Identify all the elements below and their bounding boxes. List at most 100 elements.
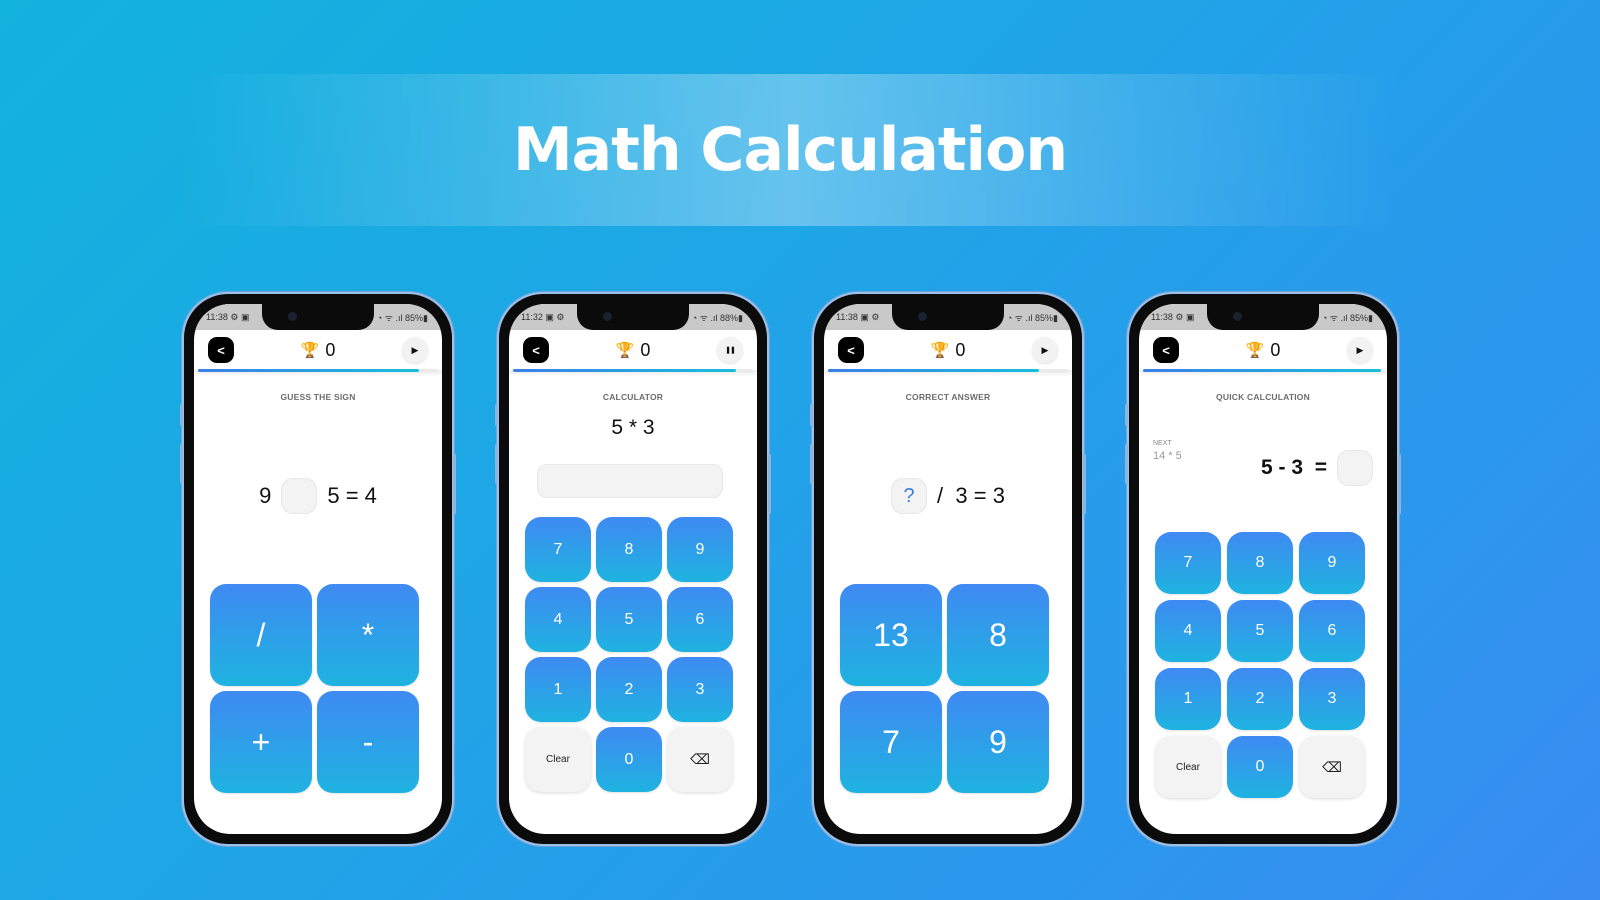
next-question: NEXT 14 * 5	[1153, 440, 1182, 462]
notch	[1207, 304, 1319, 330]
phone-guess-the-sign: 11:38 ⚙ ▣ ◔ ᯤ .ıl 85%▮ < 🏆 0 ▶ GUESS THE…	[180, 292, 456, 846]
status-icons-right: ◔ ᯤ .ıl 88%▮	[691, 312, 743, 323]
equation-left: 5 - 3 =	[1261, 456, 1327, 479]
operator-key-multiply[interactable]: *	[317, 584, 419, 686]
equation: 5 - 3 =	[1261, 450, 1373, 486]
answer-input[interactable]	[537, 464, 723, 498]
answer-option[interactable]: 8	[947, 584, 1049, 686]
status-time: 11:38	[836, 311, 858, 322]
operator-key-divide[interactable]: /	[210, 584, 312, 686]
question-text: 5 * 3	[611, 416, 655, 439]
back-button[interactable]: <	[208, 337, 234, 363]
backspace-button[interactable]: ⌫	[667, 727, 733, 792]
phone-side-button	[810, 404, 813, 426]
camera-icon	[1233, 312, 1242, 321]
timer-progress-bar	[828, 369, 1068, 372]
equation-right: 5 = 4	[327, 483, 377, 508]
chevron-left-icon: <	[532, 342, 540, 358]
key-5[interactable]: 5	[596, 587, 662, 652]
play-button[interactable]: ▶	[401, 337, 428, 363]
key-7[interactable]: 7	[1155, 532, 1221, 594]
timer-progress-bar	[198, 369, 438, 372]
chevron-left-icon: <	[1162, 342, 1170, 358]
phone-side-button	[1125, 444, 1128, 484]
backspace-icon: ⌫	[690, 751, 710, 767]
answer-option[interactable]: 13	[840, 584, 942, 686]
phone-side-button	[495, 444, 498, 484]
back-button[interactable]: <	[1153, 337, 1179, 363]
phone-side-button	[495, 404, 498, 426]
key-1[interactable]: 1	[1155, 668, 1221, 730]
key-8[interactable]: 8	[596, 517, 662, 582]
clear-button[interactable]: Clear	[1155, 736, 1221, 798]
key-3[interactable]: 3	[667, 657, 733, 722]
operator-key-minus[interactable]: -	[317, 691, 419, 793]
key-2[interactable]: 2	[1227, 668, 1293, 730]
score-display: 🏆 0	[301, 340, 336, 361]
camera-icon	[603, 312, 612, 321]
phone-side-button	[180, 444, 183, 484]
game-header: < 🏆 0 ▶	[1139, 330, 1387, 372]
status-time: 11:32	[521, 311, 543, 322]
next-value: 14 * 5	[1153, 450, 1182, 462]
equation: ? / 3 = 3	[824, 478, 1072, 514]
key-0[interactable]: 0	[596, 727, 662, 792]
key-2[interactable]: 2	[596, 657, 662, 722]
trophy-icon: 🏆	[300, 342, 320, 359]
equation: 9 5 = 4	[194, 478, 442, 514]
pause-button[interactable]: ❚❚	[716, 337, 743, 363]
game-header: < 🏆 0 ❚❚	[509, 330, 757, 372]
clear-button[interactable]: Clear	[525, 727, 591, 792]
phone-correct-answer: 11:38 ▣ ⚙ ◔ ᯤ .ıl 85%▮ < 🏆 0 ▶ CORRECT A…	[810, 292, 1086, 846]
status-icons-right: ◔ ᯤ .ıl 85%▮	[1006, 312, 1058, 323]
status-icons-right: ◔ ᯤ .ıl 85%▮	[1321, 312, 1373, 323]
score-display: 🏆 0	[616, 340, 651, 361]
status-icons-left: ⚙ ▣	[1175, 311, 1195, 322]
phone-screen: 11:38 ⚙ ▣ ◔ ᯤ .ıl 85%▮ < 🏆 0 ▶ GUESS THE…	[194, 304, 442, 834]
key-6[interactable]: 6	[1299, 600, 1365, 662]
timer-progress-fill	[828, 369, 1040, 372]
title-banner: Math Calculation	[180, 74, 1400, 226]
back-button[interactable]: <	[523, 337, 549, 363]
score-display: 🏆 0	[1246, 340, 1281, 361]
phone-screen: 11:38 ▣ ⚙ ◔ ᯤ .ıl 85%▮ < 🏆 0 ▶ CORRECT A…	[824, 304, 1072, 834]
mode-title: GUESS THE SIGN	[280, 392, 356, 402]
key-7[interactable]: 7	[525, 517, 591, 582]
play-button[interactable]: ▶	[1031, 337, 1058, 363]
status-icons-left: ▣ ⚙	[860, 311, 880, 322]
key-3[interactable]: 3	[1299, 668, 1365, 730]
chevron-left-icon: <	[217, 342, 225, 358]
status-icons-left: ▣ ⚙	[545, 311, 565, 322]
answer-option[interactable]: 7	[840, 691, 942, 793]
trophy-icon: 🏆	[615, 342, 635, 359]
key-5[interactable]: 5	[1227, 600, 1293, 662]
mode-title: QUICK CALCULATION	[1216, 392, 1310, 402]
score-display: 🏆 0	[931, 340, 966, 361]
phone-quick-calculation: 11:38 ⚙ ▣ ◔ ᯤ .ıl 85%▮ < 🏆 0 ▶ QUICK CAL…	[1125, 292, 1401, 846]
phone-side-button	[1083, 454, 1086, 514]
phone-calculator: 11:32 ▣ ⚙ ◔ ᯤ .ıl 88%▮ < 🏆 0 ❚❚ CALCULAT…	[495, 292, 771, 846]
number-keypad: 7 8 9 4 5 6 1 2 3 Clear 0 ⌫	[1155, 532, 1365, 798]
play-button[interactable]: ▶	[1346, 337, 1373, 363]
answer-slot[interactable]	[281, 478, 318, 514]
key-6[interactable]: 6	[667, 587, 733, 652]
key-9[interactable]: 9	[1299, 532, 1365, 594]
key-8[interactable]: 8	[1227, 532, 1293, 594]
key-0[interactable]: 0	[1227, 736, 1293, 798]
key-1[interactable]: 1	[525, 657, 591, 722]
answer-slot[interactable]: ?	[891, 478, 928, 514]
next-label: NEXT	[1153, 440, 1172, 447]
game-header: < 🏆 0 ▶	[194, 330, 442, 372]
back-button[interactable]: <	[838, 337, 864, 363]
key-4[interactable]: 4	[525, 587, 591, 652]
backspace-button[interactable]: ⌫	[1299, 736, 1365, 798]
score-value: 0	[955, 339, 966, 360]
equation-right: / 3 = 3	[937, 483, 1005, 508]
timer-progress-fill	[198, 369, 419, 372]
operator-key-plus[interactable]: +	[210, 691, 312, 793]
key-4[interactable]: 4	[1155, 600, 1221, 662]
key-9[interactable]: 9	[667, 517, 733, 582]
timer-progress-fill	[1143, 369, 1381, 372]
answer-option[interactable]: 9	[947, 691, 1049, 793]
answer-slot[interactable]	[1337, 450, 1373, 486]
